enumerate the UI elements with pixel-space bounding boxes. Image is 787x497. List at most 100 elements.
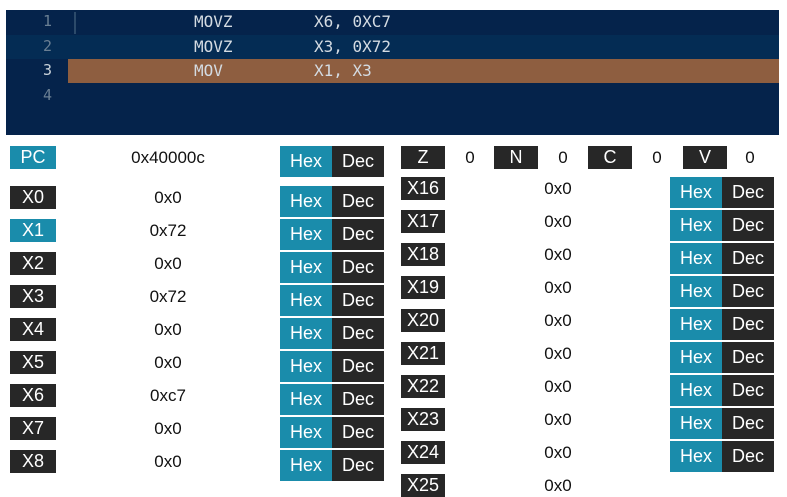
hex-button[interactable]: Hex: [280, 186, 332, 217]
instruction-opcode: MOV: [194, 61, 223, 80]
code-line[interactable]: 4: [6, 84, 779, 108]
flag-z-value: 0: [465, 148, 475, 167]
register-value: 0x0: [544, 410, 572, 429]
register-format-toggle: Hex Dec: [670, 177, 774, 208]
register-label: X18: [401, 243, 445, 266]
register-label: X21: [401, 342, 445, 365]
register-label: X6: [10, 384, 56, 407]
pc-label: PC: [10, 146, 56, 169]
code-line-current[interactable]: 3 MOV X1, X3: [6, 59, 779, 83]
register-value: 0x0: [544, 377, 572, 396]
flag-v-label: V: [683, 146, 727, 169]
dec-button[interactable]: Dec: [722, 210, 774, 241]
pc-format-toggle: Hex Dec: [280, 146, 384, 177]
register-format-toggle: Hex Dec: [670, 276, 774, 307]
dec-button[interactable]: Dec: [332, 252, 384, 283]
line-number: 1: [42, 12, 52, 30]
line-number: 3: [42, 61, 52, 79]
register-value: 0xc7: [150, 386, 186, 405]
flag-c-label: C: [588, 146, 632, 169]
hex-button[interactable]: Hex: [280, 285, 332, 316]
line-number: 4: [42, 86, 52, 104]
hex-button[interactable]: Hex: [280, 450, 332, 481]
dec-button[interactable]: Dec: [722, 177, 774, 208]
register-label: X20: [401, 309, 445, 332]
hex-button[interactable]: Hex: [670, 210, 722, 241]
code-editor[interactable]: 1 MOVZ X6, 0XC7 2 MOVZ X3, 0X72 3 MOV X1…: [6, 10, 779, 135]
dec-button[interactable]: Dec: [332, 285, 384, 316]
hex-button[interactable]: Hex: [280, 146, 332, 177]
register-format-toggle: Hex Dec: [280, 318, 384, 349]
register-format-toggle: Hex Dec: [280, 252, 384, 283]
register-label: X1: [10, 219, 56, 242]
register-value: 0x0: [544, 212, 572, 231]
register-format-toggle: Hex Dec: [670, 309, 774, 340]
hex-button[interactable]: Hex: [670, 309, 722, 340]
hex-button[interactable]: Hex: [670, 177, 722, 208]
register-label: X5: [10, 351, 56, 374]
register-value: 0x0: [154, 320, 182, 339]
dec-button[interactable]: Dec: [332, 186, 384, 217]
register-format-toggle: Hex Dec: [280, 219, 384, 250]
register-format-toggle: Hex Dec: [280, 186, 384, 217]
dec-button[interactable]: Dec: [332, 351, 384, 382]
register-value: 0x0: [154, 419, 182, 438]
register-label: X24: [401, 441, 445, 464]
hex-button[interactable]: Hex: [670, 408, 722, 439]
code-line[interactable]: 1 MOVZ X6, 0XC7: [6, 10, 779, 34]
hex-button[interactable]: Hex: [670, 243, 722, 274]
register-format-toggle: Hex Dec: [280, 285, 384, 316]
line-number: 2: [42, 37, 52, 55]
register-format-toggle: Hex Dec: [670, 342, 774, 373]
dec-button[interactable]: Dec: [722, 309, 774, 340]
hex-button[interactable]: Hex: [280, 384, 332, 415]
dec-button[interactable]: Dec: [332, 417, 384, 448]
register-label: X25: [401, 474, 445, 497]
register-format-toggle: Hex Dec: [280, 351, 384, 382]
hex-button[interactable]: Hex: [280, 219, 332, 250]
register-value: 0x72: [149, 287, 187, 306]
dec-button[interactable]: Dec: [722, 441, 774, 472]
hex-button[interactable]: Hex: [280, 318, 332, 349]
dec-button[interactable]: Dec: [332, 318, 384, 349]
hex-button[interactable]: Hex: [280, 417, 332, 448]
dec-button[interactable]: Dec: [332, 384, 384, 415]
instruction-operands: X1, X3: [314, 61, 372, 80]
hex-button[interactable]: Hex: [670, 375, 722, 406]
flag-z-label: Z: [401, 146, 445, 169]
instruction-opcode: MOVZ: [194, 12, 233, 31]
register-label: X7: [10, 417, 56, 440]
register-value: 0x0: [544, 443, 572, 462]
register-value: 0x0: [154, 254, 182, 273]
register-label: X0: [10, 186, 56, 209]
dec-button[interactable]: Dec: [722, 243, 774, 274]
register-format-toggle: Hex Dec: [670, 210, 774, 241]
hex-button[interactable]: Hex: [670, 276, 722, 307]
register-label: X2: [10, 252, 56, 275]
dec-button[interactable]: Dec: [332, 450, 384, 481]
code-line[interactable]: 2 MOVZ X3, 0X72: [6, 35, 779, 59]
register-value: 0x0: [544, 245, 572, 264]
register-value: 0x0: [154, 353, 182, 372]
dec-button[interactable]: Dec: [722, 276, 774, 307]
dec-button[interactable]: Dec: [722, 342, 774, 373]
current-line-highlight: [68, 59, 779, 83]
register-label: X22: [401, 375, 445, 398]
pc-value: 0x40000c: [131, 148, 205, 167]
register-format-toggle: Hex Dec: [280, 417, 384, 448]
hex-button[interactable]: Hex: [670, 342, 722, 373]
register-value: 0x0: [154, 452, 182, 471]
flag-v-value: 0: [745, 148, 755, 167]
dec-button[interactable]: Dec: [722, 375, 774, 406]
hex-button[interactable]: Hex: [280, 252, 332, 283]
register-label: X16: [401, 177, 445, 200]
flag-n-label: N: [494, 146, 538, 169]
dec-button[interactable]: Dec: [332, 219, 384, 250]
register-label: X3: [10, 285, 56, 308]
register-format-toggle: Hex Dec: [670, 375, 774, 406]
register-value: 0x0: [544, 311, 572, 330]
hex-button[interactable]: Hex: [280, 351, 332, 382]
hex-button[interactable]: Hex: [670, 441, 722, 472]
dec-button[interactable]: Dec: [332, 146, 384, 177]
dec-button[interactable]: Dec: [722, 408, 774, 439]
